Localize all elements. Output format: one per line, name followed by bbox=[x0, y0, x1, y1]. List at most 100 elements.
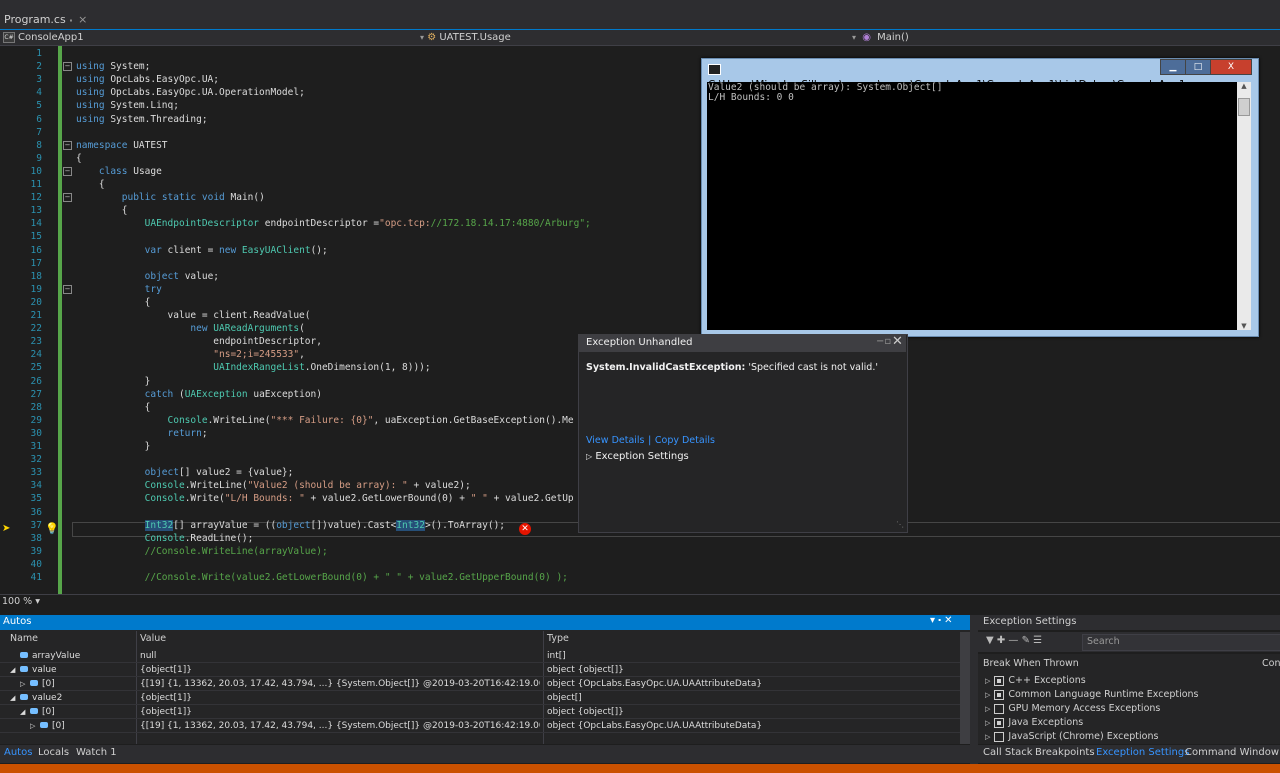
resize-grip-icon[interactable]: ⋱ bbox=[896, 520, 904, 529]
variable-value[interactable]: {object[1]} bbox=[140, 693, 540, 703]
table-row[interactable]: ◢ value {object[1]} object {object[]} bbox=[0, 663, 960, 677]
table-row[interactable]: arrayValue null int[] bbox=[0, 649, 960, 663]
autos-window-controls[interactable]: ▾ ⬝ ✕ bbox=[930, 615, 953, 626]
project-dropdown[interactable]: C# ConsoleApp1 bbox=[3, 30, 84, 45]
column-header-type[interactable]: Type bbox=[547, 633, 569, 644]
column-header-value[interactable]: Value bbox=[140, 633, 166, 644]
code-line[interactable]: public static void Main() bbox=[76, 191, 265, 204]
close-icon[interactable]: ✕ bbox=[892, 334, 903, 349]
tab-command-window[interactable]: Command Window bbox=[1185, 747, 1279, 758]
code-line[interactable]: object[] value2 = {value}; bbox=[76, 466, 294, 479]
zoom-dropdown[interactable]: 100 % ▾ bbox=[2, 596, 40, 607]
minimize-button[interactable]: ▁ bbox=[1160, 59, 1186, 75]
lightbulb-icon[interactable]: 💡 bbox=[45, 522, 59, 535]
fold-toggle-icon[interactable]: − bbox=[63, 140, 72, 150]
code-line[interactable]: //Console.Write(value2.GetLowerBound(0) … bbox=[76, 571, 568, 584]
code-line[interactable]: UAIndexRangeList.OneDimension(1, 8))); bbox=[76, 361, 430, 374]
code-line[interactable]: var client = new EasyUAClient(); bbox=[76, 244, 328, 257]
expand-arrow-icon[interactable]: ▷ bbox=[985, 691, 990, 699]
fold-toggle-icon[interactable]: − bbox=[63, 62, 72, 72]
expand-toggle-icon[interactable]: ◢ bbox=[20, 708, 30, 716]
tab-watch-1[interactable]: Watch 1 bbox=[76, 747, 117, 758]
code-line[interactable]: using OpcLabs.EasyOpc.UA; bbox=[76, 73, 219, 86]
error-icon[interactable]: ✕ bbox=[519, 523, 531, 535]
tab-exception-settings[interactable]: Exception Settings bbox=[1096, 747, 1189, 758]
member-dropdown[interactable]: ▾ ◉ Main() bbox=[852, 30, 909, 45]
expand-toggle-icon[interactable]: ▷ bbox=[30, 722, 40, 730]
code-line[interactable]: namespace UATEST bbox=[76, 139, 168, 152]
category-checkbox[interactable] bbox=[994, 731, 1005, 742]
close-button[interactable]: X bbox=[1210, 59, 1252, 75]
view-details-link[interactable]: View Details bbox=[586, 435, 645, 446]
code-line[interactable]: UAEndpointDescriptor endpointDescriptor … bbox=[76, 217, 591, 230]
variable-value[interactable]: null bbox=[140, 651, 540, 661]
table-row[interactable]: ◢ [0] {object[1]} object {object[]} bbox=[0, 705, 960, 719]
tab-program-cs[interactable]: Program.cs ⬝ × bbox=[0, 10, 92, 29]
exception-category[interactable]: ▷ C++ Exceptions bbox=[985, 675, 1086, 686]
expand-toggle-icon[interactable]: ◢ bbox=[10, 694, 20, 702]
category-checkbox[interactable] bbox=[994, 675, 1005, 686]
code-line[interactable]: } bbox=[76, 375, 151, 388]
exception-category[interactable]: ▷ Java Exceptions bbox=[985, 717, 1083, 728]
scroll-down-icon[interactable]: ▼ bbox=[1237, 322, 1251, 330]
maximize-button[interactable]: □ bbox=[1185, 59, 1211, 75]
fold-toggle-icon[interactable]: − bbox=[63, 193, 72, 203]
panel-splitter[interactable] bbox=[970, 615, 978, 765]
fold-toggle-icon[interactable]: − bbox=[63, 284, 72, 294]
variable-value[interactable]: {object[1]} bbox=[140, 707, 540, 717]
type-dropdown[interactable]: ▾ ⚙ UATEST.Usage bbox=[420, 30, 856, 45]
copy-details-link[interactable]: Copy Details bbox=[655, 435, 715, 446]
exception-category[interactable]: ▷ JavaScript (Chrome) Exceptions bbox=[985, 731, 1158, 742]
exception-settings-expander[interactable]: ▷ Exception Settings bbox=[586, 451, 689, 462]
filter-toolbar-icons[interactable]: ▼ ✚ — ✎ ☰ bbox=[986, 635, 1042, 646]
exception-category[interactable]: ▷ Common Language Runtime Exceptions bbox=[985, 689, 1199, 700]
code-line[interactable]: using OpcLabs.EasyOpc.UA.OperationModel; bbox=[76, 86, 305, 99]
code-line[interactable]: { bbox=[76, 178, 105, 191]
expand-arrow-icon[interactable]: ▷ bbox=[985, 719, 990, 727]
variable-value[interactable]: {[19] {1, 13362, 20.03, 17.42, 43.794, .… bbox=[140, 679, 540, 689]
category-checkbox[interactable] bbox=[994, 689, 1005, 700]
code-line[interactable]: class Usage bbox=[76, 165, 162, 178]
tab-autos[interactable]: Autos bbox=[4, 747, 32, 758]
code-line[interactable]: catch (UAException uaException) bbox=[76, 388, 322, 401]
code-line[interactable]: using System.Threading; bbox=[76, 113, 208, 126]
code-line[interactable]: { bbox=[76, 296, 151, 309]
expand-arrow-icon[interactable]: ▷ bbox=[985, 677, 990, 685]
fold-toggle-icon[interactable]: − bbox=[63, 166, 72, 176]
code-line[interactable]: try bbox=[76, 283, 162, 296]
code-line[interactable]: return; bbox=[76, 427, 208, 440]
code-line[interactable]: "ns=2;i=245533", bbox=[76, 348, 305, 361]
expand-arrow-icon[interactable]: ▷ bbox=[985, 705, 990, 713]
code-line[interactable]: using System; bbox=[76, 60, 150, 73]
autos-header[interactable] bbox=[0, 615, 970, 630]
variable-value[interactable]: {object[1]} bbox=[140, 665, 540, 675]
exception-category[interactable]: ▷ GPU Memory Access Exceptions bbox=[985, 703, 1160, 714]
code-line[interactable]: new UAReadArguments( bbox=[76, 322, 304, 335]
code-line[interactable]: Console.Write("L/H Bounds: " + value2.Ge… bbox=[76, 492, 574, 505]
pin-icon[interactable]: ⬝ bbox=[70, 16, 72, 26]
tab-breakpoints[interactable]: Breakpoints bbox=[1035, 747, 1095, 758]
tab-locals[interactable]: Locals bbox=[38, 747, 69, 758]
column-header-name[interactable]: Name bbox=[10, 633, 38, 644]
console-scroll-thumb[interactable] bbox=[1238, 98, 1250, 116]
console-title-bar[interactable]: C:\Users\Miroslav.Silhavy\source\repos\C… bbox=[708, 61, 1208, 91]
expand-toggle-icon[interactable]: ▷ bbox=[20, 680, 30, 688]
code-line[interactable]: { bbox=[76, 204, 128, 217]
console-output-area[interactable] bbox=[707, 82, 1237, 330]
variable-value[interactable]: {[19] {1, 13362, 20.03, 17.42, 43.794, .… bbox=[140, 721, 540, 731]
tab-call-stack[interactable]: Call Stack bbox=[983, 747, 1033, 758]
code-line[interactable]: } bbox=[76, 440, 151, 453]
table-row[interactable]: ◢ value2 {object[1]} object[] bbox=[0, 691, 960, 705]
autos-scrollbar[interactable] bbox=[960, 632, 970, 744]
close-tab-icon[interactable]: × bbox=[78, 13, 87, 26]
code-line[interactable]: Console.ReadLine(); bbox=[76, 532, 254, 545]
code-line[interactable]: { bbox=[76, 401, 151, 414]
code-line[interactable]: Console.WriteLine("*** Failure: {0}", ua… bbox=[76, 414, 574, 427]
conditions-header[interactable]: Con bbox=[1262, 658, 1280, 669]
pin-icon[interactable]: −▫ bbox=[876, 336, 891, 347]
table-row[interactable]: ▷ [0] {[19] {1, 13362, 20.03, 17.42, 43.79… bbox=[0, 677, 960, 691]
category-checkbox[interactable] bbox=[994, 717, 1005, 728]
table-row[interactable]: ▷ [0] {[19] {1, 13362, 20.03, 17.42, 43.79… bbox=[0, 719, 960, 733]
scroll-up-icon[interactable]: ▲ bbox=[1237, 82, 1251, 90]
code-line[interactable]: { bbox=[76, 152, 82, 165]
